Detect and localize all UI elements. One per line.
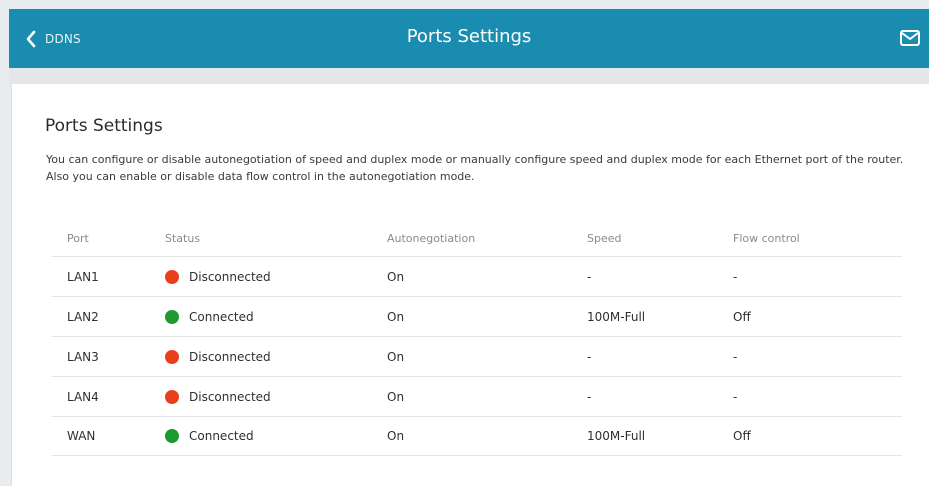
header-shadow (9, 68, 929, 84)
autonegotiation-cell: On (387, 389, 405, 404)
status-dot-icon (165, 389, 179, 404)
speed-cell: - (587, 269, 592, 284)
status-text: Disconnected (189, 389, 271, 404)
table-row[interactable]: LAN1 Disconnected On - - (52, 256, 902, 296)
port-cell: LAN1 (67, 269, 99, 284)
header-title: Ports Settings (406, 26, 532, 47)
status-cell: Connected (165, 309, 387, 324)
status-text: Connected (189, 429, 254, 443)
autonegotiation-cell: On (387, 309, 405, 324)
table-row[interactable]: LAN4 Disconnected On - - (52, 376, 902, 416)
port-cell: WAN (67, 429, 96, 443)
autonegotiation-cell: On (387, 429, 405, 443)
port-cell: LAN2 (67, 309, 99, 324)
status-cell: Disconnected (165, 349, 387, 364)
content-card: Ports Settings You can configure or disa… (11, 84, 929, 486)
page-description: You can configure or disable autonegotia… (46, 153, 904, 183)
page-title: Ports Settings (45, 116, 163, 136)
port-cell: LAN4 (67, 389, 99, 404)
column-header-autonegotiation: Autonegotiation (387, 231, 476, 245)
column-header-flow-control: Flow control (733, 231, 800, 245)
column-header-status: Status (165, 231, 201, 245)
flow-control-cell: - (733, 349, 738, 364)
flow-control-cell: - (733, 389, 738, 404)
table-row[interactable]: LAN3 Disconnected On - - (52, 336, 902, 376)
flow-control-cell: Off (733, 429, 751, 443)
speed-cell: - (587, 389, 592, 404)
autonegotiation-cell: On (387, 269, 405, 284)
envelope-icon[interactable] (899, 28, 921, 48)
speed-cell: 100M-Full (587, 309, 646, 324)
status-dot-icon (165, 429, 179, 443)
column-header-port: Port (67, 231, 89, 245)
speed-cell: - (587, 349, 592, 364)
status-text: Connected (189, 309, 254, 324)
port-cell: LAN3 (67, 349, 99, 364)
status-cell: Connected (165, 429, 387, 443)
table-row[interactable]: LAN2 Connected On 100M-Full Off (52, 296, 902, 336)
speed-cell: 100M-Full (587, 429, 646, 443)
status-dot-icon (165, 349, 179, 364)
status-dot-icon (165, 309, 179, 324)
status-cell: Disconnected (165, 389, 387, 404)
autonegotiation-cell: On (387, 349, 405, 364)
ports-table: Port Status Autonegotiation Speed Flow c… (52, 220, 902, 456)
status-dot-icon (165, 269, 179, 284)
table-header: Port Status Autonegotiation Speed Flow c… (52, 220, 902, 256)
status-cell: Disconnected (165, 269, 387, 284)
top-bar: DDNS Ports Settings (9, 9, 929, 68)
table-row[interactable]: WAN Connected On 100M-Full Off (52, 416, 902, 456)
flow-control-cell: - (733, 269, 738, 284)
column-header-speed: Speed (587, 231, 622, 245)
status-text: Disconnected (189, 269, 271, 284)
status-text: Disconnected (189, 349, 271, 364)
flow-control-cell: Off (733, 309, 751, 324)
